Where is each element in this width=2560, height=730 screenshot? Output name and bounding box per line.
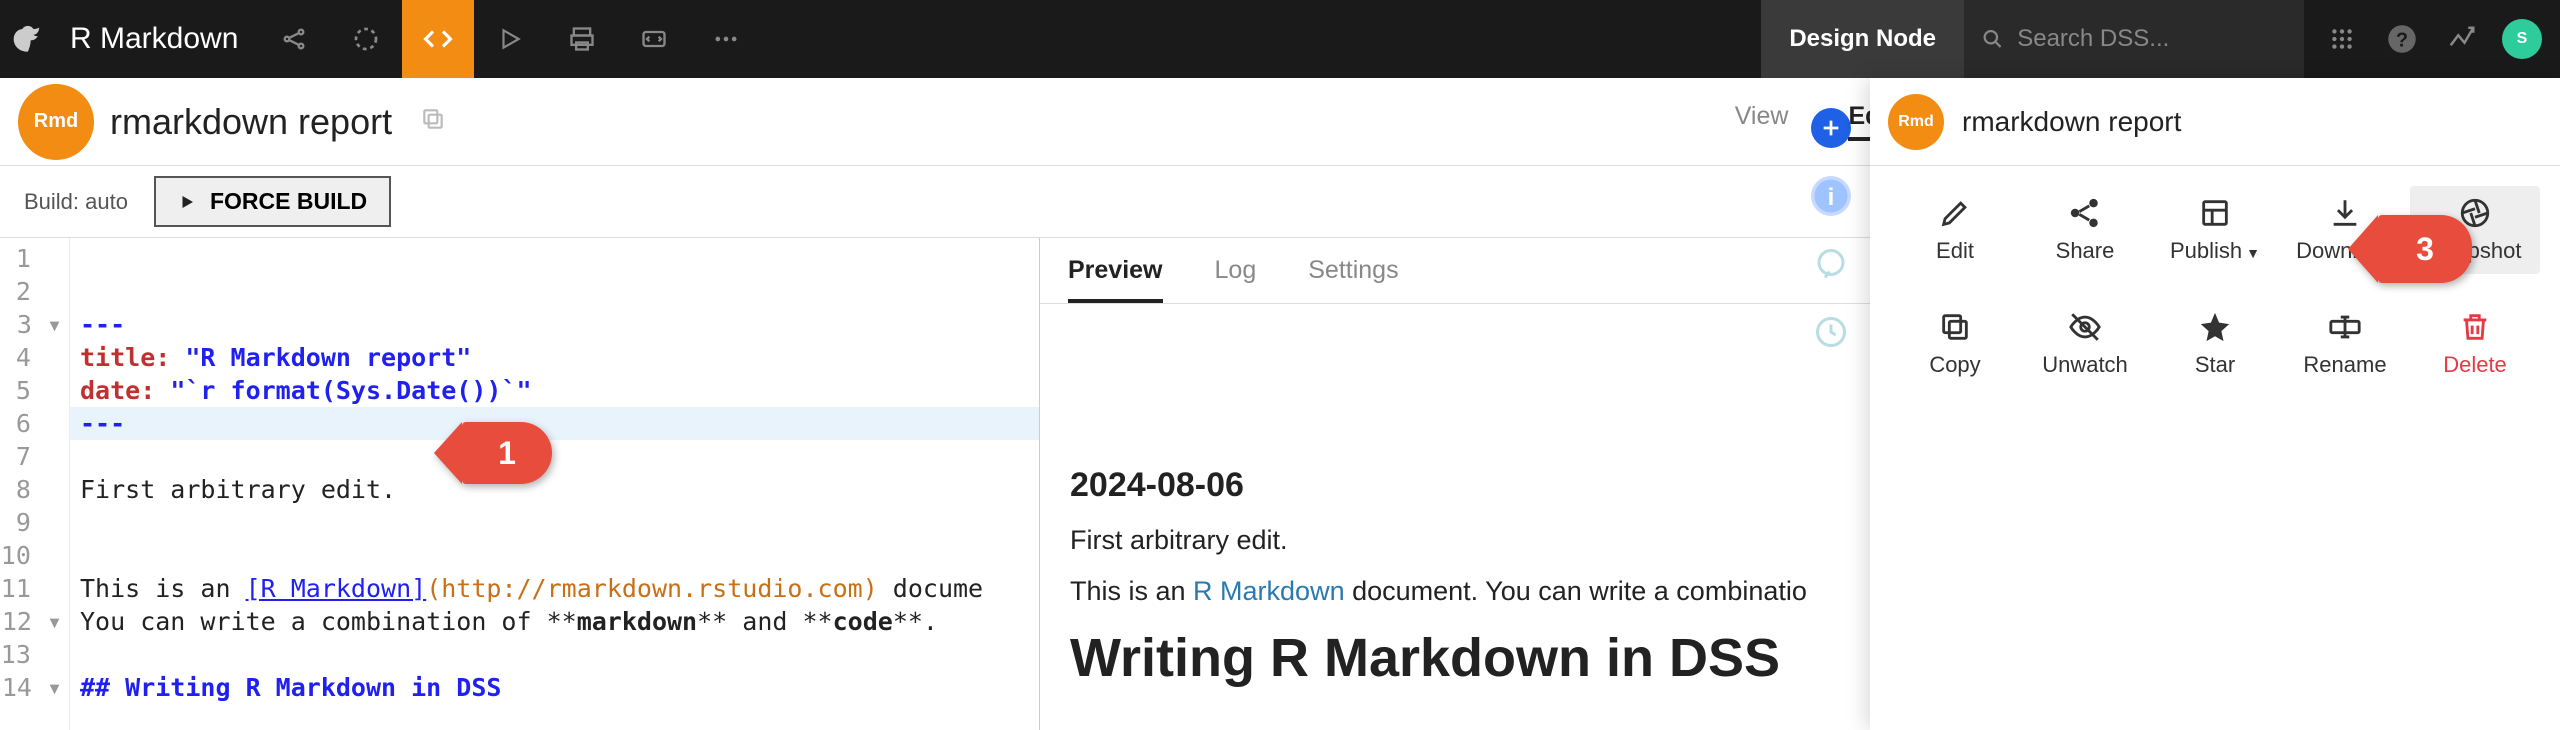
- app-title: R Markdown: [50, 22, 258, 56]
- copy-title-icon[interactable]: [420, 106, 446, 137]
- action-copy[interactable]: Copy: [1890, 300, 2020, 388]
- share-icon[interactable]: [258, 0, 330, 78]
- user-avatar[interactable]: S: [2492, 0, 2552, 78]
- action-share[interactable]: Share: [2020, 186, 2150, 274]
- run-icon[interactable]: [474, 0, 546, 78]
- document-title: rmarkdown report: [110, 101, 412, 143]
- code-content[interactable]: --- title: "R Markdown report" date: "`r…: [70, 238, 1039, 730]
- code-icon[interactable]: [402, 0, 474, 78]
- rail-discuss-icon[interactable]: [1811, 244, 1851, 284]
- rail-timeline-icon[interactable]: [1811, 312, 1851, 352]
- svg-text:?: ?: [2396, 30, 2408, 52]
- details-panel: Rmd rmarkdown report Edit Share Publish▼…: [1870, 78, 2560, 730]
- code-editor[interactable]: 1 2 3 ▾ 4 5 6 7 8 9 10 11 12 ▾ 13 14 ▾ -…: [0, 238, 1040, 730]
- activity-icon[interactable]: [2432, 0, 2492, 78]
- preview-link[interactable]: R Markdown: [1193, 576, 1345, 606]
- tab-view[interactable]: View: [1735, 102, 1789, 141]
- preview-tab-log[interactable]: Log: [1215, 256, 1257, 303]
- panel-badge-icon: Rmd: [1888, 94, 1944, 150]
- side-rail: i: [1792, 78, 1870, 352]
- panel-title: rmarkdown report: [1962, 106, 2181, 138]
- preview-tab-settings[interactable]: Settings: [1308, 256, 1398, 303]
- svg-text:i: i: [1828, 184, 1835, 211]
- more-icon[interactable]: [690, 0, 762, 78]
- search-input[interactable]: [2017, 25, 2286, 53]
- gutter: 1 2 3 ▾ 4 5 6 7 8 9 10 11 12 ▾ 13 14 ▾: [0, 238, 70, 730]
- action-publish[interactable]: Publish▼: [2150, 186, 2280, 274]
- action-delete[interactable]: Delete: [2410, 300, 2540, 388]
- design-node-label[interactable]: Design Node: [1761, 0, 1964, 78]
- rmd-badge-icon: Rmd: [18, 84, 94, 160]
- logo-bird-icon[interactable]: [0, 22, 50, 56]
- preview-tab-preview[interactable]: Preview: [1068, 256, 1163, 303]
- rail-add-icon[interactable]: [1811, 108, 1851, 148]
- help-icon[interactable]: ?: [2372, 0, 2432, 78]
- action-edit[interactable]: Edit: [1890, 186, 2020, 274]
- print-icon[interactable]: [546, 0, 618, 78]
- rail-info-icon[interactable]: i: [1811, 176, 1851, 216]
- action-unwatch[interactable]: Unwatch: [2020, 300, 2150, 388]
- callout-1: 1: [462, 422, 552, 484]
- flow-icon[interactable]: [330, 0, 402, 78]
- build-mode-label: Build: auto: [24, 189, 128, 215]
- callout-3: 3: [2378, 215, 2472, 283]
- force-build-button[interactable]: FORCE BUILD: [154, 176, 391, 227]
- apps-icon[interactable]: [2312, 0, 2372, 78]
- variables-icon[interactable]: [618, 0, 690, 78]
- action-star[interactable]: Star: [2150, 300, 2280, 388]
- action-rename[interactable]: Rename: [2280, 300, 2410, 388]
- top-bar: R Markdown Design Node ? S: [0, 0, 2560, 78]
- search-box[interactable]: [1964, 0, 2304, 78]
